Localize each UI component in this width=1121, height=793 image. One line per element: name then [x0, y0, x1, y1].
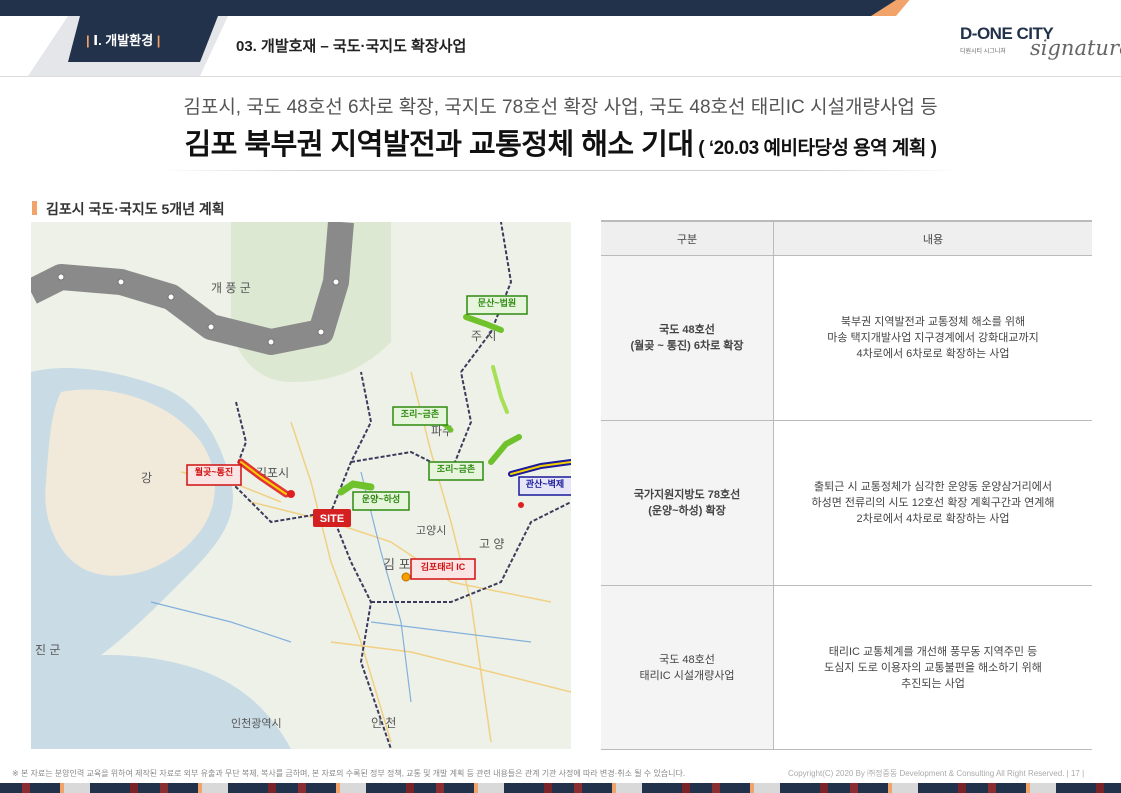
svg-text:운양~하성: 운양~하성	[362, 493, 400, 504]
category-line: (운양~하성) 확장	[648, 505, 726, 517]
content-line: 북부권 지역발전과 교통정체 해소를 위해	[840, 316, 1026, 328]
footer-pattern-strip	[0, 783, 1121, 793]
svg-text:관산~벽제: 관산~벽제	[526, 478, 564, 489]
svg-text:월곶~통진: 월곶~통진	[195, 466, 233, 477]
content-line: 출퇴근 시 교통정체가 심각한 운양동 운양삼거리에서	[814, 481, 1052, 493]
category-line: 태리IC 시설개량사업	[639, 669, 735, 682]
logo-signature: signature	[1030, 36, 1121, 60]
map-label-goyang-city: 고양시	[416, 524, 446, 537]
content-line: 마송 택지개발사업 지구경계에서 강화대교까지	[827, 332, 1039, 344]
table-row: 국도 48호선 태리IC 시설개량사업 태리IC 교통체계를 개선해 풍무동 지…	[601, 585, 1092, 750]
tag-munsan-beobwon: 문산~법원	[466, 295, 528, 315]
map-label-marker	[32, 201, 37, 215]
category-line: 국도 48호선	[659, 653, 715, 666]
svg-text:조리~금촌: 조리~금촌	[401, 408, 439, 419]
table-row: 국도 48호선 (월곶 ~ 통진) 6차로 확장 북부권 지역발전과 교통정체 …	[601, 255, 1092, 421]
road-plan-map: 개 풍 군 주 시 김포시 파주 고양시 고 양 김 포 인천광역시 인 천 강…	[31, 222, 571, 749]
content-line: 추진되는 사업	[901, 677, 965, 690]
header-content: 내용	[773, 220, 1092, 256]
map-label-incheon: 인 천	[371, 715, 396, 730]
row-content: 북부권 지역발전과 교통정체 해소를 위해 마송 택지개발사업 지구경계에서 강…	[773, 255, 1092, 421]
header-category: 구분	[601, 220, 774, 256]
map-label-goyang: 고 양	[479, 537, 504, 551]
map-label: 김포시 국도·국지도 5개년 계획	[46, 201, 225, 217]
category-line: 국도 48호선	[659, 324, 715, 336]
content-line: 도심지 도로 이용자의 교통불편을 해소하기 위해	[824, 661, 1042, 674]
tag-unyang-haseong: 운양~하성	[352, 491, 410, 511]
headline-note: ( ‘20.03 예비타당성 용역 계획 )	[693, 138, 937, 159]
taeri-ic-marker	[401, 572, 411, 582]
tag-taeri-ic: 김포태리 IC	[410, 558, 476, 580]
headline-divider	[160, 170, 960, 171]
table-row: 국가지원지방도 78호선 (운양~하성) 확장 출퇴근 시 교통정체가 심각한 …	[601, 420, 1092, 586]
map-label-paju-city: 주 시	[471, 329, 496, 343]
svg-text:김포태리 IC: 김포태리 IC	[421, 561, 466, 572]
header-tab-label: | Ⅰ. 개발환경 |	[86, 33, 161, 48]
svg-text:SITE: SITE	[320, 513, 344, 525]
map-label-incheon-city: 인천광역시	[231, 716, 282, 730]
table-header-row: 구분 내용	[601, 220, 1092, 256]
map-label-gimpo: 김 포	[383, 557, 411, 572]
row-category: 국가지원지방도 78호선 (운양~하성) 확장	[601, 420, 774, 586]
content-line: 하성면 전류리의 시도 12호선 확장 계획구간과 연계해	[811, 497, 1055, 509]
map-label-jin: 진 군	[35, 643, 60, 657]
map-svg: 개 풍 군 주 시 김포시 파주 고양시 고 양 김 포 인천광역시 인 천 강…	[31, 222, 571, 749]
map-label-gang: 강	[141, 471, 152, 485]
site-badge: SITE	[313, 509, 351, 527]
tag-gwansan-byeokje: 관산~벽제	[518, 476, 571, 496]
svg-text:조리~금촌: 조리~금촌	[437, 463, 475, 474]
row-content: 출퇴근 시 교통정체가 심각한 운양동 운양삼거리에서 하성면 전류리의 시도 …	[773, 420, 1092, 586]
tag-jori-geumchon-2: 조리~금촌	[428, 461, 484, 481]
map-label-gaepung: 개 풍 군	[211, 281, 251, 295]
footer-copyright: Copyright(C) 2020 By ㈜정중동 Development & …	[788, 768, 1084, 779]
row-content: 태리IC 교통체계를 개선해 풍무동 지역주민 등 도심지 도로 이용자의 교통…	[773, 585, 1092, 750]
project-table: 구분 내용 국도 48호선 (월곶 ~ 통진) 6차로 확장 북부권 지역발전과…	[601, 220, 1092, 750]
page-subtitle: 김포시, 국도 48호선 6차로 확장, 국지도 78호선 확장 사업, 국도 …	[183, 97, 938, 118]
category-line: (월곶 ~ 통진) 6차로 확장	[630, 340, 744, 352]
page-number: | 17 |	[1066, 769, 1085, 778]
section-title: 03. 개발호재 – 국도·국지도 확장사업	[236, 38, 467, 55]
page-headline: 김포 북부권 지역발전과 교통정체 해소 기대 ( ‘20.03 예비타당성 용…	[0, 121, 1121, 163]
content-line: 태리IC 교통체계를 개선해 풍무동 지역주민 등	[828, 645, 1038, 658]
category-line: 국가지원지방도 78호선	[633, 489, 741, 501]
top-bar-accent-white	[896, 0, 1121, 16]
site-marker	[287, 490, 295, 498]
tag-jori-geumchon-1: 조리~금촌	[392, 406, 448, 426]
header-divider	[0, 76, 1121, 77]
footer-disclaimer: ※ 본 자료는 분양인력 교육을 위하여 제작된 자료로 외부 유출과 무단 복…	[12, 769, 686, 778]
row-category: 국도 48호선 태리IC 시설개량사업	[601, 585, 774, 750]
tab-label-text: Ⅰ. 개발환경	[93, 33, 154, 48]
row-category: 국도 48호선 (월곶 ~ 통진) 6차로 확장	[601, 255, 774, 421]
content-line: 2차로에서 4차로로 확장하는 사업	[856, 513, 1010, 525]
copyright-text: Copyright(C) 2020 By ㈜정중동 Development & …	[788, 769, 1065, 778]
svg-text:문산~법원: 문산~법원	[478, 297, 516, 308]
content-line: 4차로에서 6차로로 확장하는 사업	[856, 348, 1010, 360]
tag-wolgot-tongjin: 월곶~통진	[186, 464, 242, 486]
headline-main: 김포 북부권 지역발전과 교통정체 해소 기대	[184, 129, 694, 161]
